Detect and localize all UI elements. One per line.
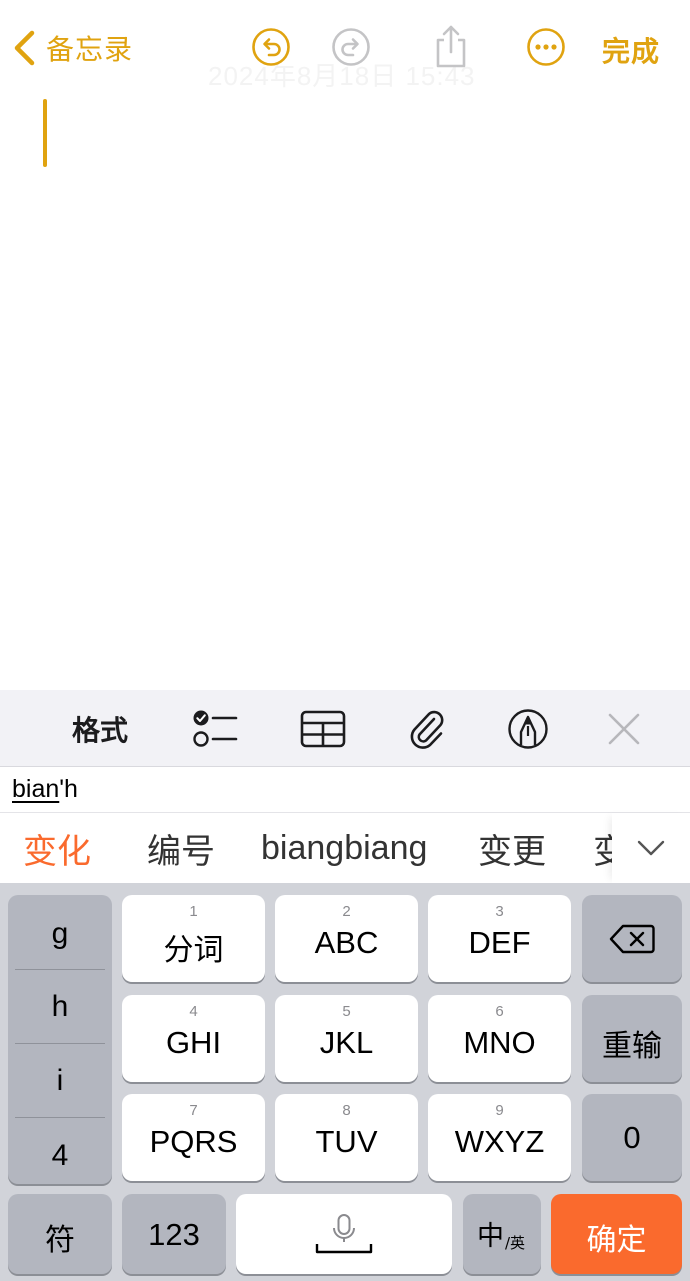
key-label: 123 [148, 1217, 200, 1252]
navigation-bar: 2024年8月18日 15:43 备忘录 完成 [0, 0, 690, 96]
divider [15, 1117, 105, 1118]
delete-key[interactable] [582, 895, 682, 982]
chevron-left-icon [14, 30, 35, 66]
key-label: ABC [314, 925, 379, 960]
symbol-key[interactable]: 符 [8, 1194, 112, 1274]
lang-main-label: 中 [477, 1221, 504, 1252]
key-label: JKL [319, 1025, 374, 1060]
key-number: 2 [342, 903, 351, 920]
key-2-abc[interactable]: 2 ABC [275, 895, 418, 982]
letter-option-4[interactable]: 4 [8, 1119, 112, 1184]
key-label: TUV [315, 1124, 378, 1159]
more-icon[interactable] [526, 27, 566, 67]
candidate-item[interactable]: 变更 [478, 813, 546, 883]
key-7-pqrs[interactable]: 7 PQRS [122, 1094, 265, 1181]
microphone-icon [315, 1214, 373, 1254]
key-label: 0 [623, 1120, 641, 1155]
share-icon[interactable] [431, 24, 471, 70]
checklist-icon [193, 710, 238, 747]
candidate-item[interactable]: biangbiang [261, 813, 427, 883]
note-editor[interactable] [0, 96, 690, 690]
backspace-icon [609, 924, 655, 954]
key-number: 8 [342, 1102, 351, 1119]
key-9-wxyz[interactable]: 9 WXYZ [428, 1094, 571, 1181]
letter-option-i[interactable]: i [8, 1044, 112, 1118]
candidate-item[interactable]: 变 [593, 813, 612, 883]
markup-pen-icon [508, 708, 548, 749]
key-label: PQRS [149, 1124, 238, 1159]
attachment-button[interactable] [404, 690, 450, 767]
key-number: 5 [342, 1003, 351, 1020]
pinyin-letter-column: g h i 4 [8, 895, 112, 1184]
close-toolbar-button[interactable] [603, 690, 645, 767]
key-5-jkl[interactable]: 5 JKL [275, 995, 418, 1082]
confirm-key[interactable]: 确定 [551, 1194, 682, 1274]
key-3-def[interactable]: 3 DEF [428, 895, 571, 982]
key-6-mno[interactable]: 6 MNO [428, 995, 571, 1082]
key-label: 重输 [602, 1029, 662, 1064]
composition-text: bian'h [12, 775, 78, 804]
composition-pending: 'h [59, 775, 78, 803]
expand-candidates-button[interactable] [612, 813, 690, 883]
undo-icon[interactable] [251, 27, 291, 67]
table-icon [300, 710, 346, 747]
key-label: 确定 [586, 1223, 647, 1258]
key-number: 1 [189, 903, 198, 920]
letter-option-g[interactable]: g [8, 897, 112, 971]
key-number: 6 [495, 1003, 504, 1020]
done-button[interactable]: 完成 [602, 30, 660, 70]
format-button[interactable]: 格式 [60, 690, 140, 767]
candidate-bar: 变化 编号 biangbiang 变更 变 [0, 813, 690, 883]
key-1-segment[interactable]: 1 分词 [122, 895, 265, 982]
key-label: GHI [165, 1025, 222, 1060]
key-4-ghi[interactable]: 4 GHI [122, 995, 265, 1082]
numeric-key[interactable]: 123 [122, 1194, 226, 1274]
paperclip-icon [410, 710, 444, 749]
candidate-item[interactable]: 编号 [147, 813, 215, 883]
checklist-button[interactable] [190, 690, 240, 767]
key-label: WXYZ [454, 1124, 545, 1159]
key-number: 9 [495, 1102, 504, 1119]
key-label: MNO [463, 1025, 536, 1060]
text-cursor [43, 99, 47, 167]
back-button[interactable]: 备忘录 [12, 24, 133, 72]
letter-option-h[interactable]: h [8, 970, 112, 1044]
chevron-down-icon [637, 840, 665, 856]
format-toolbar: 格式 [0, 690, 690, 767]
language-switch-key[interactable]: 中 /英 [463, 1194, 541, 1274]
key-number: 4 [189, 1003, 198, 1020]
space-key[interactable] [236, 1194, 452, 1274]
redo-icon[interactable] [331, 27, 371, 67]
key-label: DEF [468, 925, 531, 960]
candidate-overflow: 变 [590, 813, 612, 883]
key-number: 7 [189, 1102, 198, 1119]
pinyin-composition-bar: bian'h [0, 767, 690, 813]
back-button-label: 备忘录 [46, 33, 134, 66]
key-number: 3 [495, 903, 504, 920]
key-label: 符 [45, 1223, 75, 1258]
candidate-item[interactable]: 变化 [23, 813, 91, 883]
close-icon [608, 713, 640, 744]
table-button[interactable] [298, 690, 348, 767]
lang-sub-label: /英 [505, 1234, 526, 1252]
key-0[interactable]: 0 [582, 1094, 682, 1181]
key-8-tuv[interactable]: 8 TUV [275, 1094, 418, 1181]
retype-key[interactable]: 重输 [582, 995, 682, 1082]
markup-button[interactable] [505, 690, 551, 767]
nine-key-keyboard: g h i 4 1 分词 2 ABC 3 DEF 4 GHI 5 JKL 6 M… [0, 883, 690, 1281]
composition-pinyin: bian [12, 775, 60, 803]
key-label: 分词 [163, 933, 224, 968]
